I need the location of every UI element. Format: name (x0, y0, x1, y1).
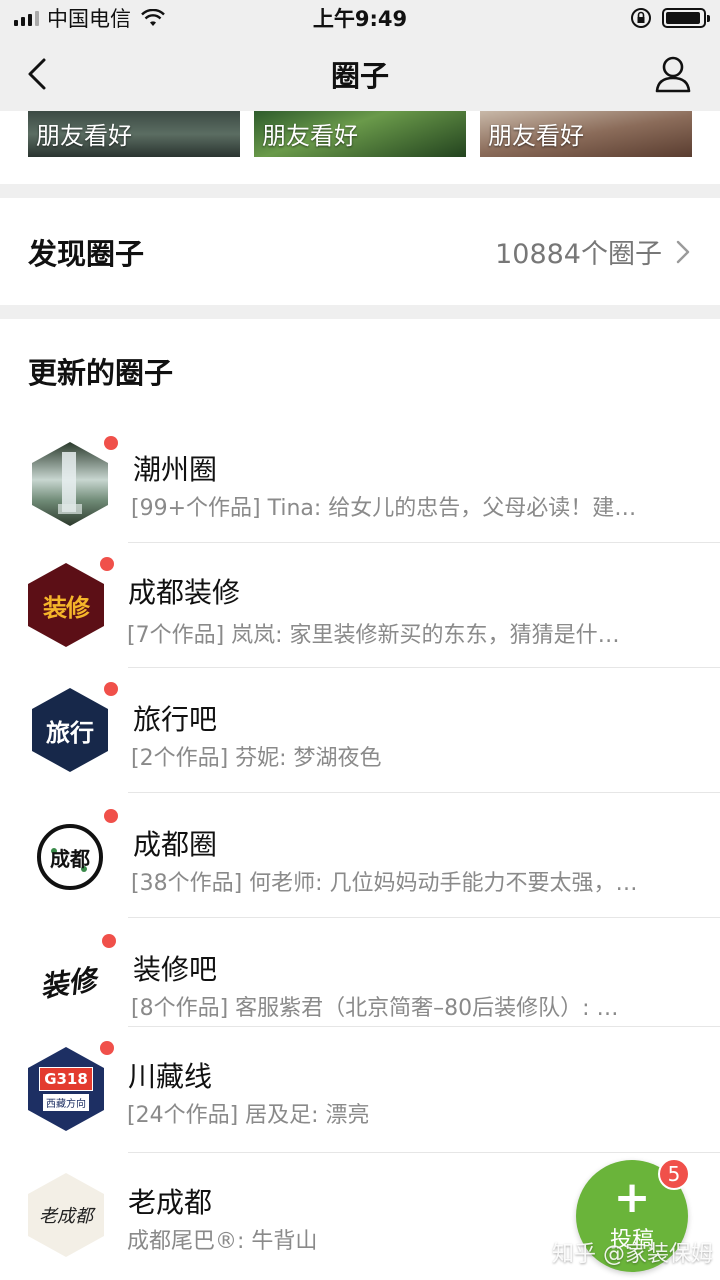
friends-pick-card[interactable]: 朋友看好 (254, 111, 466, 157)
circle-latest-post: [24个作品] 居及足: 漂亮 (127, 1103, 370, 1128)
list-item[interactable]: G318 西藏方向 川藏线 [24个作品] 居及足: 漂亮 (0, 1027, 720, 1153)
avatar-text: 旅行 (46, 718, 94, 747)
avatar: 老成都 (28, 1173, 104, 1257)
unread-dot (100, 557, 114, 571)
discover-title: 发现圈子 (28, 236, 145, 271)
circle-name: 老成都 (128, 1186, 213, 1219)
avatar: 旅行 (32, 682, 118, 772)
avatar: 成都 (32, 809, 118, 899)
unread-dot (102, 934, 116, 948)
discover-circles-row[interactable]: 发现圈子 10884个圈子 (0, 198, 720, 305)
back-arrow-icon[interactable] (22, 56, 54, 92)
circle-name: 成都装修 (128, 576, 241, 609)
notification-badge: 5 (658, 1158, 690, 1190)
section-title: 更新的圈子 (28, 356, 174, 390)
friends-picks-strip: 朋友看好 朋友看好 朋友看好 (0, 111, 720, 184)
avatar: 装修 (30, 934, 116, 1024)
circle-latest-post: [38个作品] 何老师: 几位妈妈动手能力不要太强，… (131, 871, 638, 896)
page-title: 圈子 (330, 58, 389, 93)
avatar: 装修 (28, 557, 114, 647)
battery-icon (662, 8, 710, 28)
rotation-lock-icon (631, 8, 651, 28)
circle-name: 潮州圈 (133, 453, 218, 486)
status-bar: 中国电信 上午9:49 (0, 0, 720, 36)
watermark: 知乎 @家装保姆 (552, 1242, 713, 1267)
circle-latest-post: [7个作品] 岚岚: 家里装修新买的东东，猜猜是什… (127, 623, 620, 648)
carrier-label: 中国电信 (47, 7, 131, 31)
circle-latest-post: 成都尾巴®: 牛背山 (127, 1229, 318, 1254)
circle-name: 成都圈 (133, 828, 218, 861)
section-divider (0, 305, 720, 319)
circle-latest-post: [2个作品] 芬妮: 梦湖夜色 (131, 746, 382, 771)
profile-icon[interactable] (654, 54, 692, 94)
list-item[interactable]: 装修 装修吧 [8个作品] 客服紫君（北京简奢–80后装修队）: … (0, 918, 720, 1043)
wifi-icon (141, 9, 165, 26)
unread-dot (104, 809, 118, 823)
avatar-text: 成都 (50, 846, 90, 871)
avatar-text: 老成都 (39, 1206, 93, 1227)
circle-latest-post: [8个作品] 客服紫君（北京简奢–80后装修队）: … (131, 996, 619, 1021)
avatar-text: 装修 (38, 963, 99, 1004)
card-label: 朋友看好 (488, 122, 584, 150)
chevron-right-icon (676, 240, 690, 263)
signal-icon (14, 10, 39, 26)
unread-dot (104, 682, 118, 696)
list-item[interactable]: 成都 成都圈 [38个作品] 何老师: 几位妈妈动手能力不要太强，… (0, 793, 720, 918)
list-item[interactable]: 潮州圈 [99+个作品] Tina: 给女儿的忠告，父母必读！建… (0, 418, 720, 543)
circle-latest-post: [99+个作品] Tina: 给女儿的忠告，父母必读！建… (131, 496, 637, 521)
plus-icon: + (613, 1172, 651, 1223)
avatar-text: 装修 (43, 593, 90, 622)
section-divider (0, 184, 720, 198)
list-item[interactable]: 装修 成都装修 [7个作品] 岚岚: 家里装修新买的东东，猜猜是什… (0, 543, 720, 668)
avatar: G318 西藏方向 (28, 1041, 114, 1131)
navigation-bar: 圈子 (0, 36, 720, 111)
avatar-text: G318 (39, 1067, 93, 1091)
card-label: 朋友看好 (262, 122, 358, 150)
circle-name: 装修吧 (133, 953, 218, 986)
waterfall-image-icon (58, 452, 82, 514)
friends-pick-card[interactable]: 朋友看好 (28, 111, 240, 157)
circle-count: 10884个圈子 (495, 239, 662, 270)
unread-dot (100, 1041, 114, 1055)
circle-name: 旅行吧 (133, 703, 218, 736)
circle-name: 川藏线 (128, 1060, 213, 1093)
card-label: 朋友看好 (36, 122, 132, 150)
avatar-subtext: 西藏方向 (43, 1094, 89, 1111)
friends-pick-card[interactable]: 朋友看好 (480, 111, 692, 157)
unread-dot (104, 436, 118, 450)
avatar (32, 436, 118, 526)
list-item[interactable]: 旅行 旅行吧 [2个作品] 芬妮: 梦湖夜色 (0, 668, 720, 793)
